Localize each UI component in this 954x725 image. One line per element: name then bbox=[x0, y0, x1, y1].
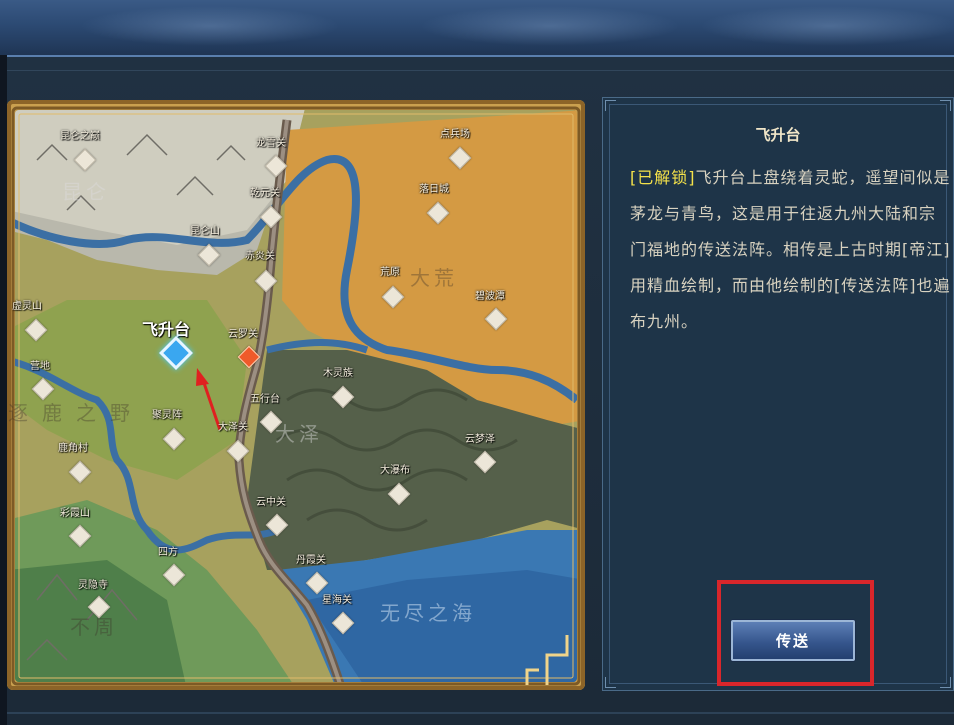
divider bbox=[7, 70, 954, 71]
region-label: 大荒 bbox=[410, 266, 458, 290]
location-label: 木灵族 bbox=[323, 368, 353, 379]
location-label: 虚灵山 bbox=[12, 301, 42, 312]
divider bbox=[7, 712, 954, 714]
panel-corner-ornament bbox=[605, 100, 616, 111]
location-label: 乾元关 bbox=[250, 188, 280, 199]
location-label: 四方 bbox=[158, 547, 178, 558]
top-bar-ornament bbox=[80, 6, 340, 46]
window-top-bar bbox=[0, 0, 954, 57]
location-label: 龙雪关 bbox=[256, 138, 286, 149]
location-label: 聚灵阵 bbox=[152, 410, 182, 421]
location-label: 赤炎关 bbox=[245, 251, 275, 262]
location-label: 昆仑之巅 bbox=[60, 131, 100, 142]
location-label: 落日城 bbox=[419, 184, 449, 195]
panel-corner-ornament bbox=[605, 677, 616, 688]
region-label: 无尽之海 bbox=[380, 601, 476, 625]
region-label: 不周 bbox=[70, 615, 118, 639]
description-text: 飞升台上盘绕着灵蛇，遥望间似是茅龙与青鸟，这是用于往返九州大陆和宗门福地的传送法… bbox=[630, 168, 951, 331]
location-label: 丹霞关 bbox=[296, 555, 326, 566]
unlocked-tag: [已解锁] bbox=[630, 168, 696, 187]
location-label: 碧波潭 bbox=[475, 291, 505, 302]
location-label: 昆仑山 bbox=[190, 226, 220, 237]
panel-corner-ornament bbox=[940, 100, 951, 111]
location-label: 星海关 bbox=[322, 595, 352, 606]
top-bar-ornament bbox=[420, 6, 680, 46]
location-label: 大泽关 bbox=[218, 422, 248, 433]
region-label: 大泽 bbox=[275, 422, 323, 446]
location-label: 点兵场 bbox=[440, 129, 470, 140]
left-edge bbox=[0, 55, 7, 725]
top-bar-ornament bbox=[700, 6, 954, 46]
location-label: 荒原 bbox=[380, 267, 400, 278]
location-description: [已解锁]飞升台上盘绕着灵蛇，遥望间似是茅龙与青鸟，这是用于往返九州大陆和宗门福… bbox=[630, 160, 952, 340]
location-label: 彩霞山 bbox=[60, 508, 90, 519]
region-label: 昆仑 bbox=[62, 180, 110, 204]
location-label: 营地 bbox=[30, 361, 50, 372]
panel-corner-ornament bbox=[940, 677, 951, 688]
location-label: 云中关 bbox=[256, 497, 286, 508]
location-label: 灵隐寺 bbox=[78, 580, 108, 591]
location-title: 飞升台 bbox=[755, 126, 801, 144]
location-label: 五行台 bbox=[250, 394, 280, 405]
location-label-selected: 飞升台 bbox=[142, 320, 191, 339]
location-label: 大瀑布 bbox=[380, 465, 410, 476]
location-label: 鹿角村 bbox=[58, 443, 88, 454]
location-label: 云罗关 bbox=[228, 329, 258, 340]
location-label: 云梦泽 bbox=[465, 434, 495, 445]
teleport-button[interactable]: 传送 bbox=[731, 620, 855, 661]
region-label: 逐鹿之野 bbox=[8, 401, 144, 425]
